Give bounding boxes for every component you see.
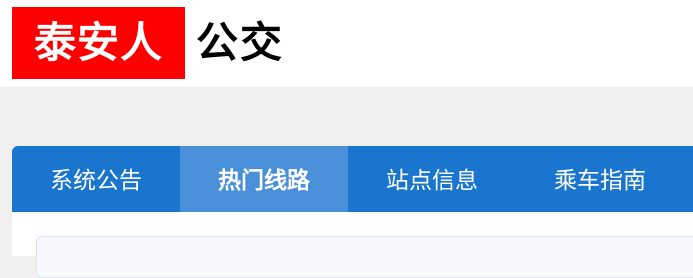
tab-popular-routes[interactable]: 热门线路: [180, 146, 348, 212]
site-header: 泰安人 公交: [0, 0, 693, 87]
content-card: [36, 236, 693, 278]
site-logo[interactable]: 泰安人: [12, 7, 185, 79]
tab-station-info[interactable]: 站点信息: [348, 146, 516, 212]
logo-text: 泰安人: [33, 18, 163, 67]
tab-bar: 系统公告 热门线路 站点信息 乘车指南: [12, 146, 693, 212]
logo-suffix: 公交: [196, 18, 285, 67]
tab-riding-guide[interactable]: 乘车指南: [516, 146, 684, 212]
tab-announcements[interactable]: 系统公告: [12, 146, 180, 212]
